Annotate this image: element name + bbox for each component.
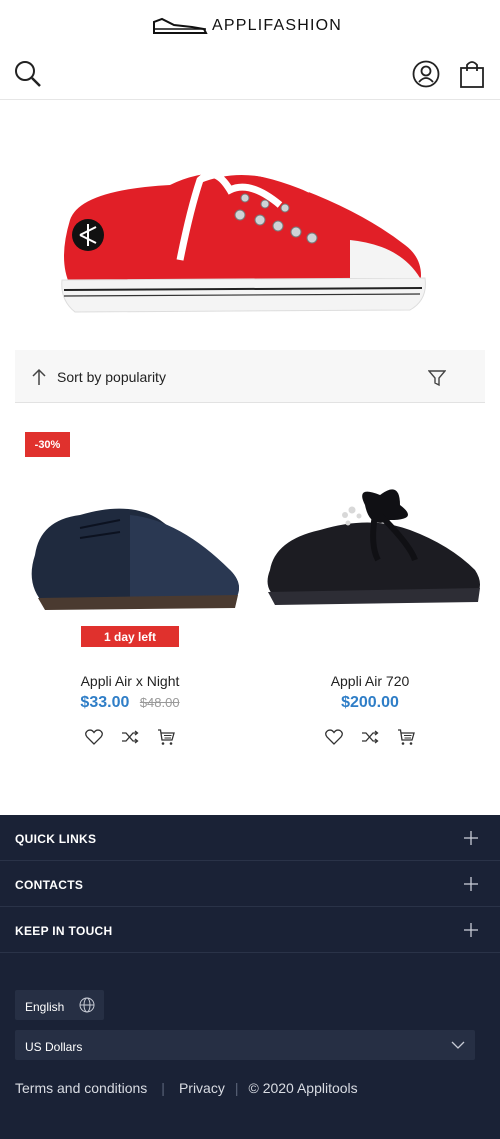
product-price: $200.00 <box>250 694 490 712</box>
current-price: $200.00 <box>341 694 399 711</box>
shuffle-icon[interactable] <box>121 728 139 746</box>
logo-text: APPLIFASHION <box>212 17 342 34</box>
currency-label: US Dollars <box>25 1040 83 1054</box>
accordion-quick-links[interactable]: QUICK LINKS <box>0 815 500 861</box>
cart-icon[interactable] <box>397 728 415 746</box>
product-image[interactable] <box>20 460 240 620</box>
copyright-text: © 2020 Applitools <box>248 1080 358 1096</box>
product-card[interactable]: Appli Air 720 $200.00 <box>250 430 490 760</box>
shuffle-icon[interactable] <box>361 728 379 746</box>
divider: | <box>234 1080 239 1096</box>
plus-icon[interactable] <box>464 923 478 937</box>
sort-toolbar: Sort by popularity <box>15 350 485 403</box>
sort-dropdown[interactable]: Sort by popularity <box>57 369 166 385</box>
product-actions <box>250 728 490 746</box>
filter-funnel-icon[interactable] <box>428 369 446 387</box>
language-label: English <box>25 1000 65 1014</box>
product-name[interactable]: Appli Air x Night <box>10 673 250 689</box>
cart-icon[interactable] <box>157 728 175 746</box>
plus-icon[interactable] <box>464 877 478 891</box>
product-price: $33.00 $48.00 <box>10 694 250 712</box>
plus-icon[interactable] <box>464 831 478 845</box>
product-image[interactable] <box>260 460 480 620</box>
currency-selector[interactable]: US Dollars <box>15 1030 475 1060</box>
site-logo[interactable]: APPLIFASHION <box>152 14 342 38</box>
sort-up-arrow-icon[interactable] <box>31 368 47 386</box>
shoe-logo-icon <box>153 17 208 34</box>
globe-icon <box>79 997 95 1013</box>
heart-icon[interactable] <box>85 728 103 746</box>
accordion-label: CONTACTS <box>15 878 84 892</box>
chevron-down-icon <box>451 1041 465 1049</box>
user-icon[interactable] <box>412 60 440 88</box>
current-price: $33.00 <box>80 694 130 711</box>
terms-link[interactable]: Terms and conditions <box>15 1080 147 1096</box>
product-actions <box>10 728 250 746</box>
hero-sneaker-image <box>61 169 426 313</box>
heart-icon[interactable] <box>325 728 343 746</box>
accordion-keep-in-touch[interactable]: KEEP IN TOUCH <box>0 907 500 953</box>
privacy-link[interactable]: Privacy <box>179 1080 225 1096</box>
language-selector[interactable]: English <box>15 990 104 1020</box>
site-footer: QUICK LINKS CONTACTS KEEP IN TOUCH Engli… <box>0 815 500 1139</box>
countdown-badge: 1 day left <box>81 626 179 647</box>
product-name[interactable]: Appli Air 720 <box>250 673 490 689</box>
sale-badge: -30% <box>25 432 70 457</box>
accordion-label: KEEP IN TOUCH <box>15 924 113 938</box>
old-price: $48.00 <box>139 695 180 710</box>
accordion-contacts[interactable]: CONTACTS <box>0 861 500 907</box>
shopping-bag-icon[interactable] <box>458 59 486 89</box>
site-header: APPLIFASHION <box>0 0 500 100</box>
accordion-label: QUICK LINKS <box>15 832 97 846</box>
divider: | <box>161 1080 165 1096</box>
footer-links: Terms and conditions | Privacy | © 2020 … <box>15 1080 358 1096</box>
product-card[interactable]: -30% 1 day left Appli Air x Night $33.00… <box>10 430 250 760</box>
search-icon[interactable] <box>14 60 42 88</box>
